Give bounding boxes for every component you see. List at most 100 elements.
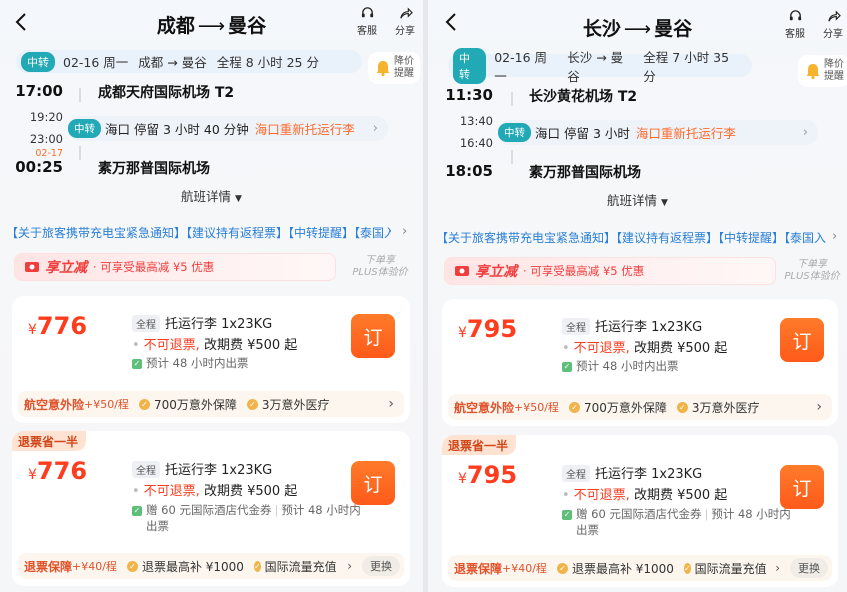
- share-button[interactable]: 分享: [818, 9, 847, 40]
- refund-half-badge: 退票省一半: [442, 435, 517, 455]
- stop-arrival-time: 13:40: [459, 114, 493, 128]
- timeline-line: [79, 88, 81, 102]
- check-circle-icon: ✓: [568, 401, 580, 413]
- fare-card[interactable]: 退票省一半 ¥776 全程 托运行李 1x23KG • 不可退票, 改期费 ¥500…: [12, 431, 410, 586]
- chevron-right-icon: ›: [347, 559, 352, 573]
- stop-transfer-tag: 中转: [498, 123, 531, 142]
- timeline-line: [511, 92, 513, 106]
- ticket-issue-time: ✓ 预计 48 小时内出票: [562, 359, 679, 373]
- flight-details-link[interactable]: 航班详情 ▼: [0, 186, 423, 205]
- fare-price: ¥776: [28, 312, 88, 340]
- service-button[interactable]: 客服: [780, 9, 810, 40]
- refund-policy: • 不可退票, 改期费 ¥500 起: [132, 338, 298, 353]
- chevron-right-icon: ›: [402, 224, 408, 239]
- chevron-right-icon: ›: [372, 121, 378, 136]
- timeline-line: [511, 150, 513, 164]
- swap-insurance-button[interactable]: 更换: [362, 556, 400, 576]
- check-circle-icon: ✓: [246, 398, 258, 410]
- recheck-baggage-warning: 海口重新托运行李: [635, 126, 736, 141]
- departure-time: 17:00: [15, 82, 63, 100]
- fare-card[interactable]: ¥795 全程 托运行李 1x23KG • 不可退票, 改期费 ¥500 起 ✓ 预计…: [442, 299, 838, 426]
- promo-title: 享立减: [475, 264, 517, 280]
- trip-date: 02-16 周一: [63, 55, 129, 70]
- fare-price: ¥795: [458, 461, 518, 489]
- trip-duration: 全程 7 小时 35 分: [643, 49, 730, 84]
- trip-route: 长沙 → 曼谷: [567, 49, 624, 84]
- fare-price: ¥795: [458, 315, 518, 343]
- book-button[interactable]: 订: [780, 465, 824, 509]
- coupon-icon: [25, 262, 39, 272]
- chevron-right-icon: ›: [802, 125, 808, 140]
- title-arrow: ⟶: [623, 18, 652, 40]
- transfer-tag: 中转: [21, 51, 55, 72]
- header: 成都 ⟶ 曼谷 客服 分享: [0, 0, 423, 46]
- trip-summary: 中转 02-16 周一 长沙 → 曼谷 全程 7 小时 35 分: [448, 47, 752, 84]
- check-icon: ✓: [132, 506, 142, 516]
- headset-icon: [789, 10, 801, 21]
- refund-policy: • 不可退票, 改期费 ¥500 起: [562, 341, 728, 356]
- stopover-row[interactable]: 中转 海口 停留 3 小时 40 分钟 海口重新托运行李 ›: [68, 116, 388, 141]
- departure-time: 11:30: [445, 86, 493, 104]
- title-arrow: ⟶: [197, 15, 226, 37]
- trip-duration: 全程 8 小时 25 分: [216, 55, 319, 70]
- insurance-bar[interactable]: 航空意外险 +¥50/程 ✓ 700万意外保障 ✓ 3万意外医疗 ›: [448, 394, 832, 420]
- headset-icon: [361, 7, 373, 18]
- check-icon: ✓: [562, 362, 572, 372]
- share-button[interactable]: 分享: [390, 6, 420, 37]
- insurance-bar[interactable]: 航空意外险 +¥50/程 ✓ 700万意外保障 ✓ 3万意外医疗 ›: [18, 391, 404, 417]
- stop-duration: 停留 3 小时: [564, 126, 630, 141]
- book-button[interactable]: 订: [780, 318, 824, 362]
- ticket-issue-time: 出票: [576, 523, 599, 537]
- chevron-right-icon: ›: [832, 229, 838, 244]
- notice-bar[interactable]: 【关于旅客携带充电宝紧急通知】【建议持有返程票】【中转提醒】【泰国入...: [436, 229, 826, 246]
- refund-policy: • 不可退票, 改期费 ¥500 起: [562, 488, 728, 503]
- arrival-airport: 素万那普国际机场: [98, 161, 210, 177]
- flight-details-link[interactable]: 航班详情 ▼: [428, 190, 847, 209]
- share-icon: [827, 10, 841, 22]
- departure-airport: 长沙黄花机场 T2: [529, 89, 638, 105]
- timeline-line: [79, 146, 81, 160]
- book-button[interactable]: 订: [351, 461, 395, 505]
- fare-card[interactable]: ¥776 全程 托运行李 1x23KG • 不可退票, 改期费 ¥500 起 ✓ 预计…: [12, 296, 410, 423]
- check-icon: ✓: [562, 510, 572, 520]
- refund-policy: • 不可退票, 改期费 ¥500 起: [132, 484, 298, 499]
- bell-icon: [806, 64, 820, 80]
- price-alert-button[interactable]: 降价 提醒: [368, 52, 420, 84]
- coupon-icon: [455, 266, 469, 276]
- fare-baggage: 全程 托运行李 1x23KG: [562, 463, 702, 482]
- price-alert-button[interactable]: 降价 提醒: [798, 55, 847, 87]
- insurance-bar[interactable]: 退票保障 +¥40/程 ✓ 退票最高补 ¥1000 ✓ 国际流量充值 › 更换: [18, 553, 404, 579]
- check-circle-icon: ✓: [253, 560, 261, 572]
- promo-banner[interactable]: 享立减 · 可享受最高减 ¥5 优惠: [14, 253, 336, 281]
- caret-down-icon: ▼: [235, 194, 242, 204]
- stop-city: 海口: [105, 122, 131, 137]
- stop-departure-time: 16:40: [459, 136, 493, 150]
- hotel-voucher-info: ✓ 赠 60 元国际酒店代金券 | 预计 48 小时内: [562, 507, 791, 521]
- transfer-tag: 中转: [453, 47, 487, 84]
- service-button[interactable]: 客服: [352, 6, 382, 37]
- check-circle-icon: ✓: [126, 560, 138, 572]
- fare-scope-tag: 全程: [562, 465, 590, 482]
- swap-insurance-button[interactable]: 更换: [790, 558, 828, 578]
- fare-price: ¥776: [28, 457, 88, 485]
- stopover-row[interactable]: 中转 海口 停留 3 小时 海口重新托运行李 ›: [498, 120, 818, 145]
- chevron-right-icon: ›: [775, 561, 780, 575]
- chevron-right-icon: ›: [816, 399, 822, 415]
- promo-banner[interactable]: 享立减 · 可享受最高减 ¥5 优惠: [444, 257, 776, 285]
- arrival-time: 00:25: [15, 158, 63, 176]
- check-circle-icon: ✓: [683, 562, 691, 574]
- check-circle-icon: ✓: [556, 562, 568, 574]
- check-circle-icon: ✓: [138, 398, 150, 410]
- book-button[interactable]: 订: [351, 314, 395, 358]
- plus-price-tag: 下单享 PLUS体验价: [352, 255, 408, 278]
- notice-bar[interactable]: 【关于旅客携带充电宝紧急通知】【建议持有返程票】【中转提醒】【泰国入...: [6, 224, 391, 241]
- title-to: 曼谷: [228, 15, 267, 37]
- insurance-bar[interactable]: 退票保障 +¥40/程 ✓ 退票最高补 ¥1000 ✓ 国际流量充值 › 更换: [448, 555, 832, 581]
- title-to: 曼谷: [654, 18, 693, 40]
- fare-scope-tag: 全程: [562, 318, 590, 335]
- fare-card[interactable]: 退票省一半 ¥795 全程 托运行李 1x23KG • 不可退票, 改期费 ¥500…: [442, 435, 838, 587]
- promo-desc: · 可享受最高减 ¥5 优惠: [523, 264, 645, 278]
- title-from: 长沙: [582, 18, 621, 40]
- hotel-voucher-info: ✓ 赠 60 元国际酒店代金券 | 预计 48 小时内: [132, 503, 361, 517]
- stop-city: 海口: [535, 126, 561, 141]
